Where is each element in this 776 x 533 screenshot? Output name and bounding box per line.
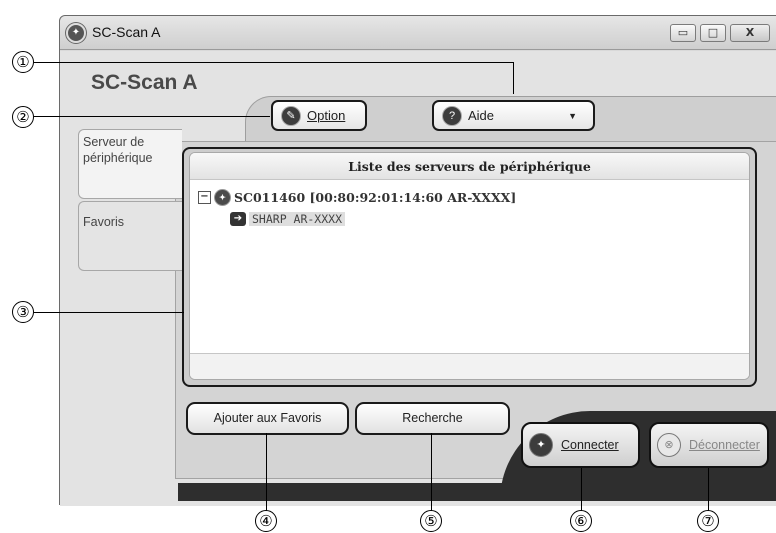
callout-2-line xyxy=(34,116,270,118)
client-area: SC-Scan A ✎ Option ? Aide ▼ Serveur de p… xyxy=(60,51,776,506)
tab-device-server-line2: périphérique xyxy=(83,151,153,165)
device-label: SHARP AR-XXXX xyxy=(249,212,346,226)
minimize-icon[interactable]: ▭ xyxy=(670,24,696,42)
app-window: ✦ SC-Scan A ▭ □ X SC-Scan A ✎ Option ? A… xyxy=(59,15,776,506)
callout-3: ③ xyxy=(12,301,34,323)
server-label: SC011460 [00:80:92:01:14:60 AR-XXXX] xyxy=(234,190,517,205)
decorative-bottom-strip xyxy=(178,483,776,501)
search-button[interactable]: Recherche xyxy=(355,402,510,435)
server-list[interactable]: Liste des serveurs de périphérique − ✦ S… xyxy=(189,152,750,380)
collapse-icon[interactable]: − xyxy=(198,191,211,204)
callout-1: ① xyxy=(12,51,34,73)
server-icon: ✦ xyxy=(214,189,231,206)
aide-dropdown-button[interactable]: ? Aide ▼ xyxy=(432,100,595,131)
title-bar[interactable]: ✦ SC-Scan A ▭ □ X xyxy=(60,16,776,50)
app-name-heading: SC-Scan A xyxy=(91,71,198,94)
list-header: Liste des serveurs de périphérique xyxy=(190,153,749,180)
connect-icon: ✦ xyxy=(529,433,553,457)
callout-4-line xyxy=(266,433,268,513)
connect-button[interactable]: ✦ Connecter xyxy=(521,422,640,468)
callout-5-line xyxy=(431,433,433,513)
list-footer xyxy=(190,353,749,379)
callout-4: ④ xyxy=(255,510,277,532)
device-tree-item[interactable]: ➔ SHARP AR-XXXX xyxy=(230,212,346,226)
tab-favorites[interactable]: Favoris xyxy=(78,201,182,271)
window-title: SC-Scan A xyxy=(92,24,161,40)
chevron-down-icon: ▼ xyxy=(568,110,577,121)
tab-favorites-label: Favoris xyxy=(83,215,124,229)
server-tree-item[interactable]: − ✦ SC011460 [00:80:92:01:14:60 AR-XXXX] xyxy=(198,189,516,206)
callout-2: ② xyxy=(12,106,34,128)
close-icon[interactable]: X xyxy=(730,24,770,42)
callout-1-line-h xyxy=(34,62,514,64)
maximize-icon[interactable]: □ xyxy=(700,24,726,42)
aide-label: Aide xyxy=(468,108,495,123)
callout-7-line xyxy=(708,468,710,513)
option-label: Option xyxy=(307,108,346,123)
disconnect-icon: ⊗ xyxy=(657,433,681,457)
callout-6: ⑥ xyxy=(570,510,592,532)
callout-1-line-v xyxy=(513,62,515,94)
disconnect-label: Déconnecter xyxy=(689,438,760,452)
help-icon: ? xyxy=(442,105,462,126)
tab-device-server[interactable]: Serveur de périphérique xyxy=(78,129,182,199)
tab-device-server-line1: Serveur de xyxy=(83,135,145,149)
printer-device-icon: ➔ xyxy=(230,212,246,226)
callout-7: ⑦ xyxy=(697,510,719,532)
callout-6-line xyxy=(581,468,583,513)
callout-3-line xyxy=(34,312,184,314)
disconnect-button[interactable]: ⊗ Déconnecter xyxy=(649,422,769,468)
callout-5: ⑤ xyxy=(420,510,442,532)
wrench-icon: ✎ xyxy=(281,105,301,126)
connect-label: Connecter xyxy=(561,438,619,452)
server-list-box: Liste des serveurs de périphérique − ✦ S… xyxy=(182,147,757,387)
add-to-favorites-button[interactable]: Ajouter aux Favoris xyxy=(186,402,349,435)
scanner-app-icon: ✦ xyxy=(66,23,86,43)
option-button[interactable]: ✎ Option xyxy=(271,100,367,131)
